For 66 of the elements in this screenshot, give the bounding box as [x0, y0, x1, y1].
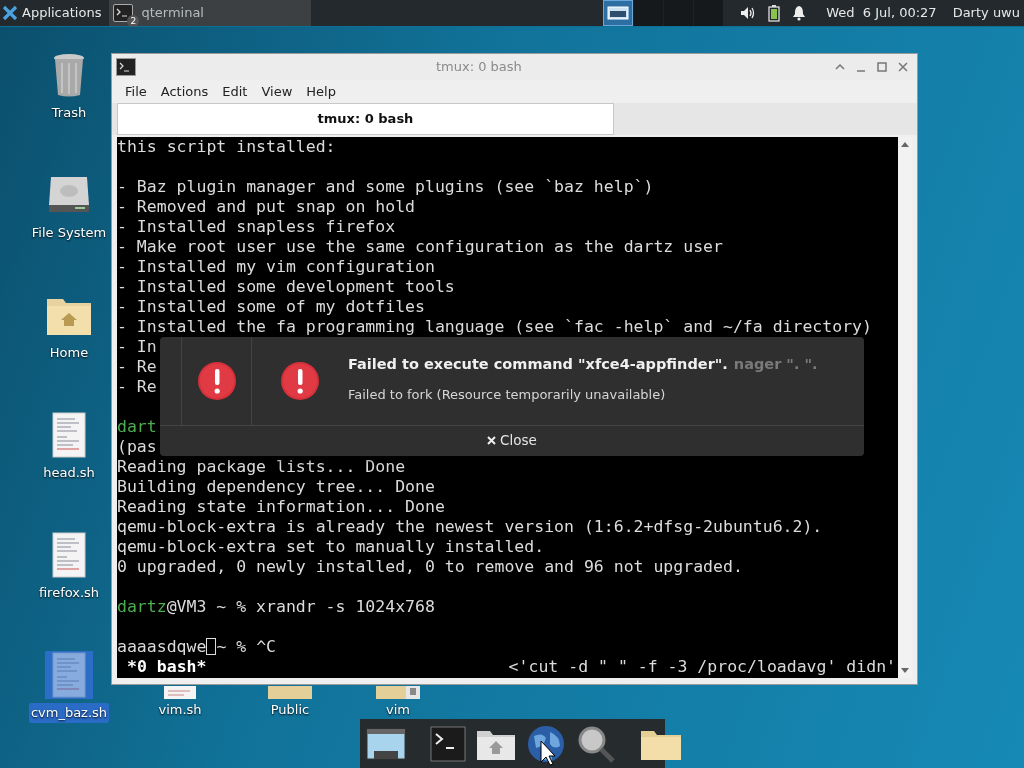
- error-icon: [196, 361, 237, 401]
- terminal-line: Reading package lists... Done: [117, 457, 406, 477]
- terminal-line: Building dependency tree... Done: [117, 477, 435, 497]
- terminal-line: - Make root user use the same configuration as the dartz user: [117, 237, 723, 257]
- scroll-down-icon[interactable]: [900, 667, 910, 675]
- terminal-line: qemu-block-extra is already the newest version (1:6.2+dfsg-2ubuntu6.2).: [117, 517, 823, 537]
- terminal-icon: [113, 4, 134, 22]
- terminal-line: - Installed some development tools: [117, 277, 455, 297]
- terminal-line: this script installed:: [117, 137, 336, 157]
- terminal-line: - Baz plugin manager and some plugins (see `baz help`): [117, 177, 654, 197]
- menu-item[interactable]: Edit: [215, 81, 255, 102]
- volume-icon[interactable]: [740, 6, 757, 20]
- tmux-window-label: *0 bash*: [126, 657, 207, 677]
- window-count-badge: 2: [127, 15, 140, 27]
- notification-title: Failed to execute command "xfce4-appfinder".: [348, 354, 728, 374]
- maximize-button[interactable]: [876, 61, 888, 73]
- workspace-button[interactable]: [603, 0, 634, 26]
- menu-item[interactable]: Help: [299, 81, 343, 102]
- xfce-logo-icon: [2, 5, 18, 21]
- terminal-line: - In: [117, 337, 157, 357]
- terminal-line: dartz@VM3 ~ % xrandr -s 1024x768: [117, 597, 435, 617]
- desktop-icon-label[interactable]: cvm_baz.sh: [28, 703, 110, 723]
- close-notification-button[interactable]: Close: [483, 430, 541, 451]
- mouse-pointer-icon: [540, 740, 556, 766]
- notification-body: Failed to fork (Resource temporarily unavailable): [348, 385, 667, 404]
- locked-folder-icon[interactable]: [374, 686, 422, 700]
- scroll-up-icon[interactable]: [900, 140, 910, 148]
- desktop-icon-label[interactable]: firefox.sh: [36, 583, 102, 603]
- clock-text[interactable]: Wed 6 Jul, 00:27: [826, 3, 937, 23]
- user-name-text[interactable]: Darty uwu: [952, 3, 1020, 23]
- taskbar-button[interactable]: 2 qterminal: [109, 0, 312, 26]
- desktop-icon-label[interactable]: Trash: [49, 103, 89, 123]
- desktop-icon-label[interactable]: head.sh: [41, 463, 97, 483]
- window-title: tmux: 0 bash: [436, 58, 522, 77]
- terminal-line: - Removed and put snap on hold: [117, 197, 415, 217]
- desktop-icon-label[interactable]: vim.sh: [158, 702, 202, 718]
- battery-icon[interactable]: [768, 4, 781, 22]
- menu-item[interactable]: View: [254, 81, 300, 102]
- desktop-icon-label[interactable]: Home: [47, 343, 91, 363]
- terminal-line: - Installed my vim configuration: [117, 257, 435, 277]
- terminal-line: - Installed some of my dotfiles: [117, 297, 425, 317]
- terminal-line: - Installed snapless firefox: [117, 217, 396, 237]
- terminal-line: 0 upgraded, 0 newly installed, 0 to remove and 96 not upgraded.: [117, 557, 743, 577]
- desktop-icon-label[interactable]: Public: [270, 702, 310, 718]
- close-button[interactable]: [897, 61, 909, 73]
- close-icon: [487, 436, 497, 445]
- notification-bell-icon[interactable]: [792, 5, 807, 21]
- terminal-line: aaaasdqwe ~ % ^C: [117, 637, 276, 657]
- terminal-line: qemu-block-extra set to manually installed.: [117, 537, 545, 557]
- error-icon: [280, 361, 320, 401]
- menu-item[interactable]: File: [118, 81, 154, 102]
- terminal-line: - Re: [117, 357, 157, 377]
- terminal-icon[interactable]: [116, 58, 136, 76]
- desktop-icon-label[interactable]: vim: [386, 702, 410, 718]
- terminal-line: dart: [117, 417, 157, 437]
- applications-menu-button[interactable]: Applications: [0, 0, 106, 26]
- notification-title: nager ". ".: [733, 354, 818, 374]
- tmux-status-text: <'cut -d " " -f -3 /proc/loadavg' didn': [508, 657, 897, 677]
- terminal-tab[interactable]: tmux: 0 bash: [117, 103, 614, 135]
- desktop-icon-label[interactable]: File System: [29, 223, 109, 243]
- terminal-line: - Installed the fa programming language (see `fac -help` and ~/fa directory): [117, 317, 872, 337]
- terminal-line: - Re: [117, 377, 157, 397]
- terminal-line: (pas: [117, 437, 157, 457]
- terminal-icon[interactable]: [428, 723, 468, 764]
- terminal-line: Reading state information... Done: [117, 497, 445, 517]
- menu-item[interactable]: Actions: [153, 81, 216, 102]
